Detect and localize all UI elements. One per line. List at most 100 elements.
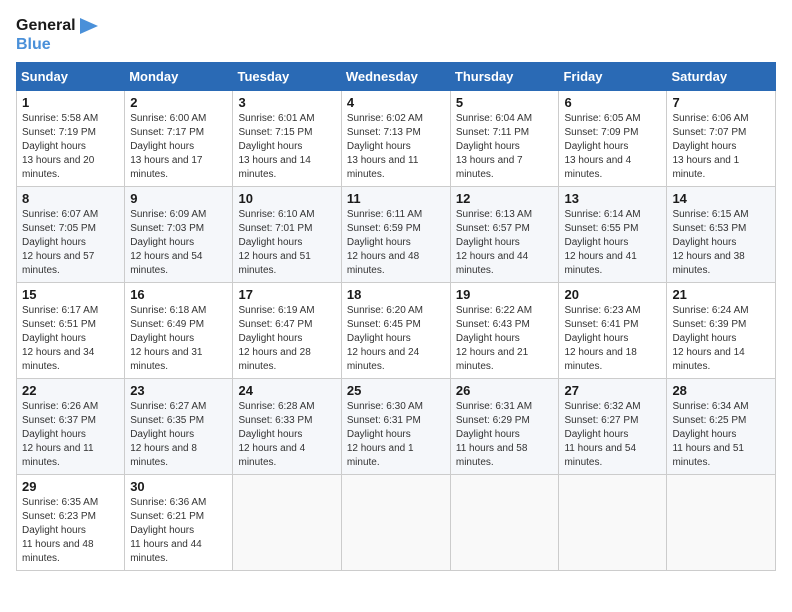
calendar-cell (341, 475, 450, 571)
day-info: Sunrise: 6:19 AMSunset: 6:47 PMDaylight … (238, 305, 314, 372)
weekday-header-saturday: Saturday (667, 63, 776, 91)
day-info: Sunrise: 6:06 AMSunset: 7:07 PMDaylight … (672, 113, 748, 180)
weekday-header-friday: Friday (559, 63, 667, 91)
day-number: 23 (130, 383, 227, 398)
day-info: Sunrise: 6:20 AMSunset: 6:45 PMDaylight … (347, 305, 423, 372)
day-info: Sunrise: 6:13 AMSunset: 6:57 PMDaylight … (456, 209, 532, 276)
calendar-cell: 22 Sunrise: 6:26 AMSunset: 6:37 PMDayligh… (17, 379, 125, 475)
day-number: 11 (347, 191, 445, 206)
day-info: Sunrise: 6:23 AMSunset: 6:41 PMDaylight … (564, 305, 640, 372)
calendar-week-1: 1 Sunrise: 5:58 AMSunset: 7:19 PMDaylight… (17, 91, 776, 187)
day-info: Sunrise: 6:10 AMSunset: 7:01 PMDaylight … (238, 209, 314, 276)
weekday-header-thursday: Thursday (450, 63, 559, 91)
calendar-cell: 6 Sunrise: 6:05 AMSunset: 7:09 PMDaylight… (559, 91, 667, 187)
calendar-table: SundayMondayTuesdayWednesdayThursdayFrid… (16, 62, 776, 571)
calendar-cell: 24 Sunrise: 6:28 AMSunset: 6:33 PMDayligh… (233, 379, 341, 475)
calendar-cell (667, 475, 776, 571)
day-info: Sunrise: 5:58 AMSunset: 7:19 PMDaylight … (22, 113, 98, 180)
day-number: 1 (22, 95, 119, 110)
calendar-week-2: 8 Sunrise: 6:07 AMSunset: 7:05 PMDaylight… (17, 187, 776, 283)
day-number: 27 (564, 383, 661, 398)
day-info: Sunrise: 6:32 AMSunset: 6:27 PMDaylight … (564, 401, 640, 468)
day-info: Sunrise: 6:30 AMSunset: 6:31 PMDaylight … (347, 401, 423, 468)
weekday-header-tuesday: Tuesday (233, 63, 341, 91)
calendar-cell: 11 Sunrise: 6:11 AMSunset: 6:59 PMDayligh… (341, 187, 450, 283)
calendar-cell (559, 475, 667, 571)
day-number: 16 (130, 287, 227, 302)
calendar-cell: 27 Sunrise: 6:32 AMSunset: 6:27 PMDayligh… (559, 379, 667, 475)
calendar-cell: 8 Sunrise: 6:07 AMSunset: 7:05 PMDaylight… (17, 187, 125, 283)
day-number: 5 (456, 95, 554, 110)
day-info: Sunrise: 6:00 AMSunset: 7:17 PMDaylight … (130, 113, 206, 180)
day-info: Sunrise: 6:28 AMSunset: 6:33 PMDaylight … (238, 401, 314, 468)
weekday-header-sunday: Sunday (17, 63, 125, 91)
day-number: 19 (456, 287, 554, 302)
day-info: Sunrise: 6:35 AMSunset: 6:23 PMDaylight … (22, 497, 98, 564)
day-info: Sunrise: 6:07 AMSunset: 7:05 PMDaylight … (22, 209, 98, 276)
day-info: Sunrise: 6:04 AMSunset: 7:11 PMDaylight … (456, 113, 532, 180)
calendar-cell: 7 Sunrise: 6:06 AMSunset: 7:07 PMDaylight… (667, 91, 776, 187)
day-number: 28 (672, 383, 770, 398)
calendar-cell: 20 Sunrise: 6:23 AMSunset: 6:41 PMDayligh… (559, 283, 667, 379)
logo-text: General Blue (16, 16, 98, 54)
day-number: 3 (238, 95, 335, 110)
day-number: 24 (238, 383, 335, 398)
calendar-cell: 4 Sunrise: 6:02 AMSunset: 7:13 PMDaylight… (341, 91, 450, 187)
day-number: 9 (130, 191, 227, 206)
calendar-cell: 16Sunrise: 6:18 AMSunset: 6:49 PMDayligh… (125, 283, 233, 379)
calendar-week-4: 22 Sunrise: 6:26 AMSunset: 6:37 PMDayligh… (17, 379, 776, 475)
calendar-cell: 18 Sunrise: 6:20 AMSunset: 6:45 PMDayligh… (341, 283, 450, 379)
day-info: Sunrise: 6:24 AMSunset: 6:39 PMDaylight … (672, 305, 748, 372)
calendar-cell: 13 Sunrise: 6:14 AMSunset: 6:55 PMDayligh… (559, 187, 667, 283)
calendar-cell: 23 Sunrise: 6:27 AMSunset: 6:35 PMDayligh… (125, 379, 233, 475)
calendar-cell: 15 Sunrise: 6:17 AMSunset: 6:51 PMDayligh… (17, 283, 125, 379)
calendar-cell: 10Sunrise: 6:10 AMSunset: 7:01 PMDayligh… (233, 187, 341, 283)
calendar-week-3: 15 Sunrise: 6:17 AMSunset: 6:51 PMDayligh… (17, 283, 776, 379)
weekday-header-monday: Monday (125, 63, 233, 91)
day-number: 13 (564, 191, 661, 206)
logo-arrow-icon (80, 18, 98, 34)
day-info: Sunrise: 6:26 AMSunset: 6:37 PMDaylight … (22, 401, 98, 468)
calendar-cell: 19 Sunrise: 6:22 AMSunset: 6:43 PMDayligh… (450, 283, 559, 379)
day-info: Sunrise: 6:31 AMSunset: 6:29 PMDaylight … (456, 401, 532, 468)
day-number: 26 (456, 383, 554, 398)
weekday-header-wednesday: Wednesday (341, 63, 450, 91)
calendar-cell: 9 Sunrise: 6:09 AMSunset: 7:03 PMDaylight… (125, 187, 233, 283)
day-info: Sunrise: 6:02 AMSunset: 7:13 PMDaylight … (347, 113, 423, 180)
day-number: 17 (238, 287, 335, 302)
calendar-cell: 5 Sunrise: 6:04 AMSunset: 7:11 PMDaylight… (450, 91, 559, 187)
day-info: Sunrise: 6:11 AMSunset: 6:59 PMDaylight … (347, 209, 422, 276)
day-number: 15 (22, 287, 119, 302)
calendar-cell: 30Sunrise: 6:36 AMSunset: 6:21 PMDayligh… (125, 475, 233, 571)
calendar-cell (450, 475, 559, 571)
day-info: Sunrise: 6:27 AMSunset: 6:35 PMDaylight … (130, 401, 206, 468)
calendar-cell (233, 475, 341, 571)
day-info: Sunrise: 6:01 AMSunset: 7:15 PMDaylight … (238, 113, 314, 180)
calendar-cell: 14Sunrise: 6:15 AMSunset: 6:53 PMDayligh… (667, 187, 776, 283)
calendar-cell: 1 Sunrise: 5:58 AMSunset: 7:19 PMDaylight… (17, 91, 125, 187)
day-info: Sunrise: 6:17 AMSunset: 6:51 PMDaylight … (22, 305, 98, 372)
day-number: 4 (347, 95, 445, 110)
calendar-cell: 26 Sunrise: 6:31 AMSunset: 6:29 PMDayligh… (450, 379, 559, 475)
calendar-cell: 25 Sunrise: 6:30 AMSunset: 6:31 PMDayligh… (341, 379, 450, 475)
day-number: 12 (456, 191, 554, 206)
day-info: Sunrise: 6:36 AMSunset: 6:21 PMDaylight … (130, 497, 206, 564)
day-info: Sunrise: 6:22 AMSunset: 6:43 PMDaylight … (456, 305, 532, 372)
day-number: 25 (347, 383, 445, 398)
calendar-week-5: 29Sunrise: 6:35 AMSunset: 6:23 PMDayligh… (17, 475, 776, 571)
day-info: Sunrise: 6:05 AMSunset: 7:09 PMDaylight … (564, 113, 640, 180)
calendar-cell: 21Sunrise: 6:24 AMSunset: 6:39 PMDayligh… (667, 283, 776, 379)
day-number: 20 (564, 287, 661, 302)
day-number: 8 (22, 191, 119, 206)
day-number: 18 (347, 287, 445, 302)
calendar-cell: 3 Sunrise: 6:01 AMSunset: 7:15 PMDaylight… (233, 91, 341, 187)
day-number: 22 (22, 383, 119, 398)
day-number: 6 (564, 95, 661, 110)
day-number: 7 (672, 95, 770, 110)
day-info: Sunrise: 6:15 AMSunset: 6:53 PMDaylight … (672, 209, 748, 276)
calendar-cell: 2Sunrise: 6:00 AMSunset: 7:17 PMDaylight… (125, 91, 233, 187)
day-info: Sunrise: 6:09 AMSunset: 7:03 PMDaylight … (130, 209, 206, 276)
day-info: Sunrise: 6:34 AMSunset: 6:25 PMDaylight … (672, 401, 748, 468)
calendar-cell: 17 Sunrise: 6:19 AMSunset: 6:47 PMDayligh… (233, 283, 341, 379)
day-info: Sunrise: 6:14 AMSunset: 6:55 PMDaylight … (564, 209, 640, 276)
